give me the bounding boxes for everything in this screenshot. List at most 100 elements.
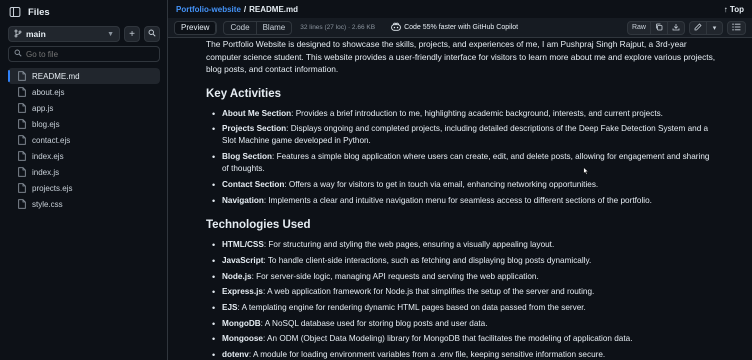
search-files-button[interactable]: [144, 26, 160, 42]
list-item: MongoDB: A NoSQL database used for stori…: [212, 318, 716, 331]
go-to-file-input[interactable]: [26, 49, 154, 59]
sidebar-header: Files: [8, 4, 160, 20]
list-item-text: : For server-side logic, managing API re…: [251, 271, 539, 281]
file-name: blog.ejs: [32, 119, 60, 129]
list-item: About Me Section: Provides a brief intro…: [212, 108, 716, 121]
branch-name: main: [26, 29, 46, 39]
list-item-text: : An ODM (Object Data Modeling) library …: [262, 334, 633, 344]
branch-row: main ▼ +: [8, 26, 160, 42]
list-item-text: : A templating engine for rendering dyna…: [237, 302, 586, 312]
file-icon: [18, 134, 27, 146]
file-item[interactable]: blog.ejs: [8, 116, 160, 132]
edit-button[interactable]: [689, 20, 707, 35]
list-item: Contact Section: Offers a way for visito…: [212, 179, 716, 192]
list-item: Projects Section: Displays ongoing and c…: [212, 123, 716, 148]
chevron-down-icon: ▼: [107, 30, 114, 38]
activities-list: About Me Section: Provides a brief intro…: [206, 108, 716, 208]
breadcrumb-bar: Portfolio-website / README.md ↑ Top: [168, 0, 752, 18]
file-item[interactable]: about.ejs: [8, 84, 160, 100]
list-item-text: : To handle client-side interactions, su…: [263, 255, 592, 265]
file-name: app.js: [32, 103, 54, 113]
file-icon: [18, 150, 27, 162]
list-item: Node.js: For server-side logic, managing…: [212, 271, 716, 284]
code-tab[interactable]: Code: [224, 22, 255, 34]
raw-button[interactable]: Raw: [626, 20, 651, 35]
list-item-label: Mongoose: [222, 334, 263, 344]
file-item[interactable]: index.ejs: [8, 148, 160, 164]
breadcrumb-file: README.md: [249, 4, 299, 14]
readme-content: The Portfolio Website is designed to sho…: [168, 38, 752, 360]
outline-button[interactable]: [727, 20, 746, 35]
list-item-text: : Displays ongoing and completed project…: [222, 124, 709, 146]
copilot-text: Code 55% faster with GitHub Copilot: [404, 24, 519, 31]
readme-intro: The Portfolio Website is designed to sho…: [206, 39, 716, 74]
copy-button[interactable]: [651, 20, 668, 35]
raw-copy-download-group: Raw: [626, 20, 685, 35]
list-item-label: HTML/CSS: [222, 240, 264, 250]
toolbar-actions: Raw ▾: [626, 20, 746, 35]
list-item-label: dotenv: [222, 349, 249, 359]
list-item-text: : A module for loading environment varia…: [248, 349, 606, 359]
list-item: EJS: A templating engine for rendering d…: [212, 302, 716, 315]
chevron-down-icon: ▾: [712, 24, 717, 32]
list-item-label: JavaScript: [222, 255, 264, 265]
copy-icon: [655, 23, 663, 33]
technologies-list: HTML/CSS: For structuring and styling th…: [206, 239, 716, 360]
file-item[interactable]: contact.ejs: [8, 132, 160, 148]
list-item-text: : Provides a brief introduction to me, h…: [291, 108, 663, 118]
file-item[interactable]: app.js: [8, 100, 160, 116]
file-icon: [18, 70, 27, 82]
list-item-label: About Me Section: [222, 108, 292, 118]
search-icon: [148, 29, 156, 40]
sidebar-collapse-icon[interactable]: [8, 5, 22, 19]
sidebar-title: Files: [28, 6, 50, 18]
heading-technologies-used: Technologies Used: [206, 219, 311, 232]
list-item: HTML/CSS: For structuring and styling th…: [212, 239, 716, 252]
edit-group: ▾: [689, 20, 723, 35]
file-icon: [18, 102, 27, 114]
file-name: index.js: [32, 167, 60, 177]
file-meta: 32 lines (27 loc) · 2.66 KB: [300, 24, 376, 31]
view-mode-toggle: Preview: [174, 20, 218, 35]
file-toolbar: Preview Code Blame 32 lines (27 loc) · 2…: [168, 18, 752, 38]
file-icon: [18, 166, 27, 178]
file-item[interactable]: README.md: [8, 68, 160, 84]
list-item: Mongoose: An ODM (Object Data Modeling) …: [212, 333, 716, 346]
add-file-button[interactable]: +: [124, 26, 140, 42]
edit-options-button[interactable]: ▾: [707, 20, 723, 35]
file-icon: [18, 86, 27, 98]
file-name: style.css: [32, 199, 63, 209]
file-icon: [18, 198, 27, 210]
top-link[interactable]: ↑ Top: [724, 5, 744, 14]
breadcrumb-separator: /: [243, 4, 247, 14]
list-item-text: : Offers a way for visitors to get in to…: [284, 180, 599, 190]
list-item-label: Blog Section: [222, 152, 273, 162]
file-item[interactable]: style.css: [8, 196, 160, 212]
download-icon: [672, 23, 680, 33]
list-item-label: Projects Section: [222, 124, 287, 134]
download-button[interactable]: [668, 20, 685, 35]
list-item: JavaScript: To handle client-side intera…: [212, 255, 716, 268]
list-item-label: Express.js: [222, 287, 263, 297]
list-item-label: MongoDB: [222, 318, 261, 328]
file-item[interactable]: projects.ejs: [8, 180, 160, 196]
breadcrumb-repo-link[interactable]: Portfolio-website: [176, 5, 241, 14]
list-item-label: EJS: [222, 302, 238, 312]
list-item-label: Node.js: [222, 271, 252, 281]
file-icon: [18, 118, 27, 130]
copilot-icon: [391, 22, 401, 33]
copilot-promo[interactable]: Code 55% faster with GitHub Copilot: [391, 22, 518, 33]
file-icon: [18, 182, 27, 194]
branch-selector[interactable]: main ▼: [8, 26, 120, 42]
top-label: Top: [729, 4, 744, 14]
blame-tab[interactable]: Blame: [255, 21, 292, 34]
list-item: Blog Section: Features a simple blog app…: [212, 151, 716, 176]
preview-tab[interactable]: Preview: [175, 21, 217, 34]
plus-icon: +: [129, 28, 135, 40]
go-to-file-field[interactable]: [8, 46, 160, 62]
list-item: Express.js: A web application framework …: [212, 286, 716, 299]
code-blame-toggle: Code Blame: [223, 20, 293, 35]
branch-icon: [14, 29, 22, 40]
file-item[interactable]: index.js: [8, 164, 160, 180]
list-item-text: : For structuring and styling the web pa…: [263, 240, 555, 250]
